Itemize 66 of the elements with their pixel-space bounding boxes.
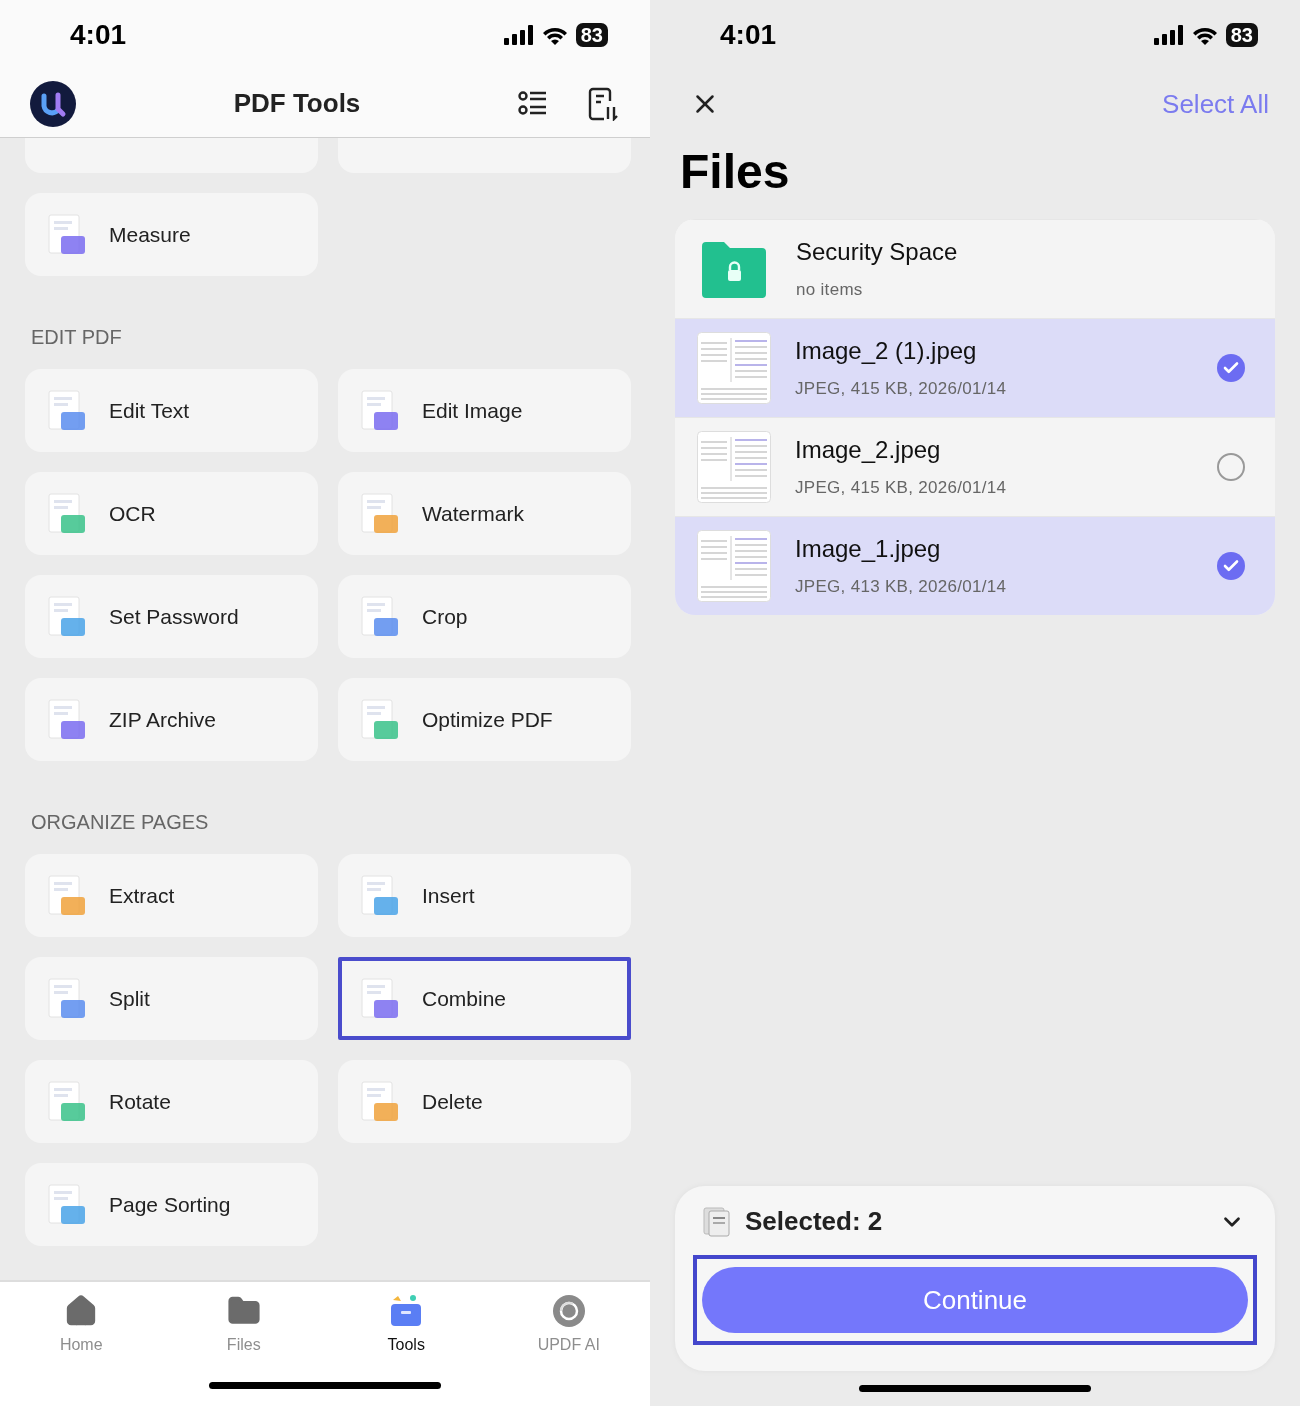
battery-level: 83 xyxy=(575,23,608,47)
tool-card[interactable]: Page Sorting xyxy=(25,1163,318,1246)
tool-card[interactable]: Rotate xyxy=(25,1060,318,1143)
tool-card[interactable]: Watermark xyxy=(338,472,631,555)
file-name: Security Space xyxy=(796,238,959,266)
signal-icon xyxy=(1153,25,1184,45)
files-title: Files xyxy=(680,144,791,199)
tab-item[interactable]: Tools xyxy=(325,1294,488,1354)
locked-folder-icon xyxy=(702,240,766,298)
tool-card[interactable]: Edit Image xyxy=(338,369,631,452)
selection-checkbox[interactable] xyxy=(1217,552,1245,580)
page-title: PDF Tools xyxy=(232,88,362,119)
file-details: JPEG, 413 KB, 2026/01/14 xyxy=(795,577,1008,597)
file-name: Image_2.jpeg xyxy=(795,436,942,464)
document-icon xyxy=(47,698,87,741)
continue-button[interactable]: Continue xyxy=(702,1267,1248,1333)
battery-level: 83 xyxy=(1225,23,1258,47)
tool-card[interactable]: ZIP Archive xyxy=(25,678,318,761)
document-icon xyxy=(360,389,400,432)
wifi-icon xyxy=(541,25,568,45)
document-icon xyxy=(360,492,400,535)
tool-card[interactable]: Edit Text xyxy=(25,369,318,452)
file-row[interactable]: Image_1.jpeg JPEG, 413 KB, 2026/01/14 xyxy=(675,516,1275,615)
status-time: 4:01 xyxy=(70,19,127,51)
documents-icon xyxy=(703,1206,731,1237)
document-icon xyxy=(360,595,400,638)
file-name: Image_2 (1).jpeg xyxy=(795,337,978,365)
document-icon xyxy=(47,874,87,917)
file-details: JPEG, 415 KB, 2026/01/14 xyxy=(795,379,1008,399)
file-row[interactable]: Image_2 (1).jpeg JPEG, 415 KB, 2026/01/14 xyxy=(675,318,1275,417)
file-details: JPEG, 415 KB, 2026/01/14 xyxy=(795,478,1008,498)
selected-count: Selected: 2 xyxy=(745,1206,884,1237)
selection-checkbox[interactable] xyxy=(1217,354,1245,382)
document-icon xyxy=(360,1080,400,1123)
tool-card[interactable]: Measure xyxy=(25,193,318,276)
tool-card[interactable]: Optimize PDF xyxy=(338,678,631,761)
document-icon xyxy=(47,595,87,638)
tool-card[interactable]: Set Password xyxy=(25,575,318,658)
tool-card[interactable]: Extract xyxy=(25,854,318,937)
file-details: no items xyxy=(796,280,864,300)
wifi-icon xyxy=(1191,25,1218,45)
tool-card[interactable]: OCR xyxy=(25,472,318,555)
ai-swirl-icon xyxy=(551,1294,586,1328)
document-icon xyxy=(47,1183,87,1226)
document-icon xyxy=(47,977,87,1020)
app-logo-icon[interactable] xyxy=(30,80,76,127)
document-icon xyxy=(47,389,87,432)
tool-card[interactable]: Insert xyxy=(338,854,631,937)
selection-checkbox[interactable] xyxy=(1217,453,1245,481)
document-icon xyxy=(47,1080,87,1123)
tool-card[interactable]: Split xyxy=(25,957,318,1040)
toolbox-icon xyxy=(389,1294,424,1328)
document-icon xyxy=(360,874,400,917)
section-title: EDIT PDF xyxy=(31,326,123,349)
signal-icon xyxy=(503,25,534,45)
document-icon xyxy=(360,977,400,1020)
document-icon xyxy=(47,492,87,535)
section-title: ORGANIZE PAGES xyxy=(31,811,210,834)
sort-document-icon[interactable] xyxy=(588,86,618,121)
status-time: 4:01 xyxy=(720,19,777,51)
tool-card[interactable]: Crop xyxy=(338,575,631,658)
tool-card[interactable]: Combine xyxy=(338,957,631,1040)
tool-card[interactable]: Delete xyxy=(338,1060,631,1143)
document-icon xyxy=(47,213,87,256)
document-icon xyxy=(360,698,400,741)
file-name: Image_1.jpeg xyxy=(795,535,942,563)
